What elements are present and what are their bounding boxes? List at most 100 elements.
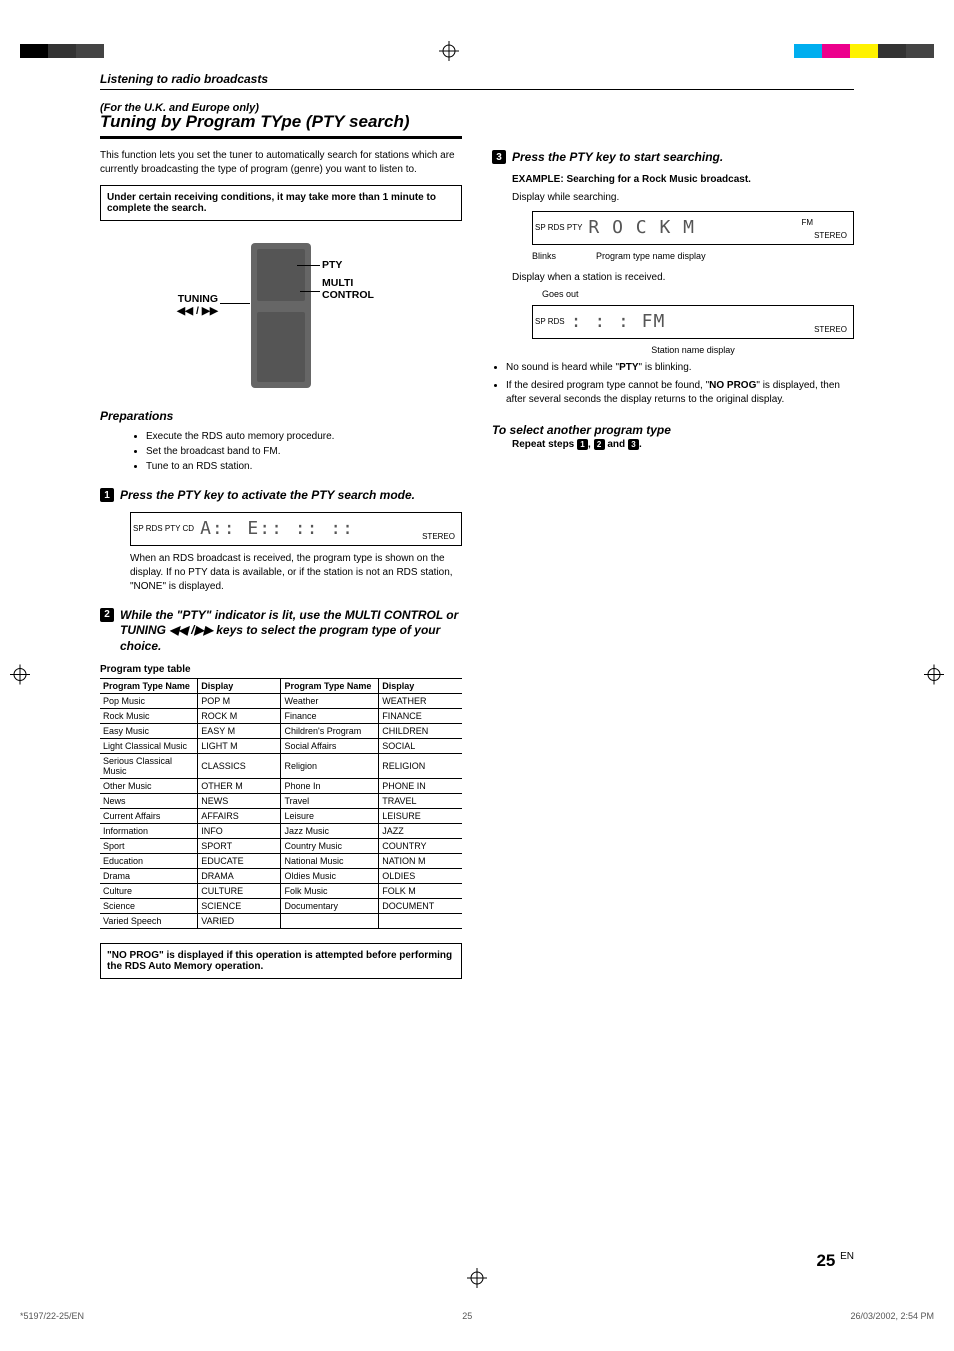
notes-list: No sound is heard while "PTY" is blinkin…: [506, 361, 854, 407]
table-cell: FOLK M: [379, 884, 462, 899]
table-cell: Drama: [100, 869, 198, 884]
table-cell: INFO: [198, 824, 281, 839]
table-cell: Social Affairs: [281, 739, 379, 754]
table-cell: OLDIES: [379, 869, 462, 884]
table-row: Varied SpeechVARIED: [100, 914, 462, 929]
prep-item: Tune to an RDS station.: [146, 459, 462, 474]
intro-text: This function lets you set the tuner to …: [100, 149, 462, 177]
table-cell: VARIED: [198, 914, 281, 929]
callout-line: [220, 303, 250, 304]
lcd-stereo: STEREO: [422, 532, 455, 541]
lcd-display-box: SP RDS PTY CD A:: E:: :: :: STEREO: [130, 512, 462, 546]
pty-header: Program Type Name: [281, 679, 379, 694]
table-cell: POP M: [198, 694, 281, 709]
table-row: CultureCULTUREFolk MusicFOLK M: [100, 884, 462, 899]
color-bars-right: [794, 44, 934, 58]
lcd-segment: : : : FM: [571, 311, 666, 332]
table-row: Pop MusicPOP MWeatherWEATHER: [100, 694, 462, 709]
lcd-fm: FM: [801, 218, 813, 227]
table-cell: SCIENCE: [198, 899, 281, 914]
table-cell: NATION M: [379, 854, 462, 869]
right-column: 3 Press the PTY key to start searching. …: [492, 102, 854, 991]
table-cell: Light Classical Music: [100, 739, 198, 754]
step-3: 3 Press the PTY key to start searching.: [492, 150, 854, 166]
table-row: NewsNEWSTravelTRAVEL: [100, 794, 462, 809]
step-text: Press the PTY key to start searching.: [512, 150, 723, 166]
table-cell: FINANCE: [379, 709, 462, 724]
step-text: While the "PTY" indicator is lit, use th…: [120, 608, 462, 655]
remote-figure: TUNING ◀◀ / ▶▶ PTY MULTI CONTROL: [100, 235, 462, 395]
pty-table: Program Type Name Display Program Type N…: [100, 678, 462, 929]
table-cell: Children's Program: [281, 724, 379, 739]
table-row: SportSPORTCountry MusicCOUNTRY: [100, 839, 462, 854]
table-cell: SOCIAL: [379, 739, 462, 754]
registration-mark-left: [10, 664, 30, 687]
table-cell: TRAVEL: [379, 794, 462, 809]
footer-center: 25: [462, 1311, 472, 1321]
table-cell: News: [100, 794, 198, 809]
caption-ptname: Program type name display: [596, 251, 706, 261]
registration-mark-icon: [438, 40, 460, 62]
table-cell: DRAMA: [198, 869, 281, 884]
table-cell: PHONE IN: [379, 779, 462, 794]
table-cell: National Music: [281, 854, 379, 869]
table-cell: Religion: [281, 754, 379, 779]
table-cell: Varied Speech: [100, 914, 198, 929]
registration-row-top: [0, 40, 954, 62]
preparations-list: Execute the RDS auto memory procedure. S…: [146, 429, 462, 474]
pty-table-heading: Program type table: [100, 664, 462, 675]
note-item: No sound is heard while "PTY" is blinkin…: [506, 361, 854, 375]
footer-right: 26/03/2002, 2:54 PM: [850, 1311, 934, 1321]
table-cell: COUNTRY: [379, 839, 462, 854]
lcd-indicators: SP RDS: [535, 317, 565, 326]
preparations-heading: Preparations: [100, 409, 462, 423]
goes-out-caption: Goes out: [542, 289, 854, 299]
step-number-icon: 1: [100, 488, 114, 502]
table-cell: Serious Classical Music: [100, 754, 198, 779]
after-step1-text: When an RDS broadcast is received, the p…: [130, 552, 462, 594]
table-cell: WEATHER: [379, 694, 462, 709]
table-cell: [379, 914, 462, 929]
table-cell: Pop Music: [100, 694, 198, 709]
table-cell: Documentary: [281, 899, 379, 914]
lcd-indicators: SP RDS PTY CD: [133, 524, 194, 533]
left-column: (For the U.K. and Europe only) Tuning by…: [100, 102, 462, 991]
table-cell: Folk Music: [281, 884, 379, 899]
step-number-icon: 3: [492, 150, 506, 164]
table-cell: Oldies Music: [281, 869, 379, 884]
label-multi-control: MULTI CONTROL: [322, 277, 374, 301]
table-row: Light Classical MusicLIGHT MSocial Affai…: [100, 739, 462, 754]
display-received-caption: Display when a station is received.: [512, 271, 854, 285]
step-text: Press the PTY key to activate the PTY se…: [120, 488, 415, 504]
table-cell: ROCK M: [198, 709, 281, 724]
table-cell: Phone In: [281, 779, 379, 794]
footer-row: *5197/22-25/EN 25 26/03/2002, 2:54 PM: [0, 1311, 954, 1321]
table-cell: [281, 914, 379, 929]
lcd-display-box: SP RDS PTY R O C K M FM STEREO: [532, 211, 854, 245]
step-2: 2 While the "PTY" indicator is lit, use …: [100, 608, 462, 655]
label-pty: PTY: [322, 259, 342, 271]
station-name-caption: Station name display: [532, 345, 854, 355]
table-cell: Weather: [281, 694, 379, 709]
example-heading: EXAMPLE: Searching for a Rock Music broa…: [512, 174, 854, 185]
table-cell: Travel: [281, 794, 379, 809]
table-row: Current AffairsAFFAIRSLeisureLEISURE: [100, 809, 462, 824]
table-row: ScienceSCIENCEDocumentaryDOCUMENT: [100, 899, 462, 914]
registration-mark-bottom: [0, 1268, 954, 1291]
callout-line: [297, 265, 320, 266]
table-row: Other MusicOTHER MPhone InPHONE IN: [100, 779, 462, 794]
table-cell: Culture: [100, 884, 198, 899]
table-cell: SPORT: [198, 839, 281, 854]
table-cell: CHILDREN: [379, 724, 462, 739]
title-large: Tuning by Program TYpe (PTY search): [100, 112, 462, 132]
lcd-stereo: STEREO: [814, 231, 847, 240]
table-row: Easy MusicEASY MChildren's ProgramCHILDR…: [100, 724, 462, 739]
table-cell: Country Music: [281, 839, 379, 854]
table-cell: LIGHT M: [198, 739, 281, 754]
lcd-segment: R O C K M: [588, 217, 695, 238]
table-cell: OTHER M: [198, 779, 281, 794]
note-item: If the desired program type cannot be fo…: [506, 379, 854, 407]
footer-left: *5197/22-25/EN: [20, 1311, 84, 1321]
step-1: 1 Press the PTY key to activate the PTY …: [100, 488, 462, 504]
step-number-icon: 2: [100, 608, 114, 622]
